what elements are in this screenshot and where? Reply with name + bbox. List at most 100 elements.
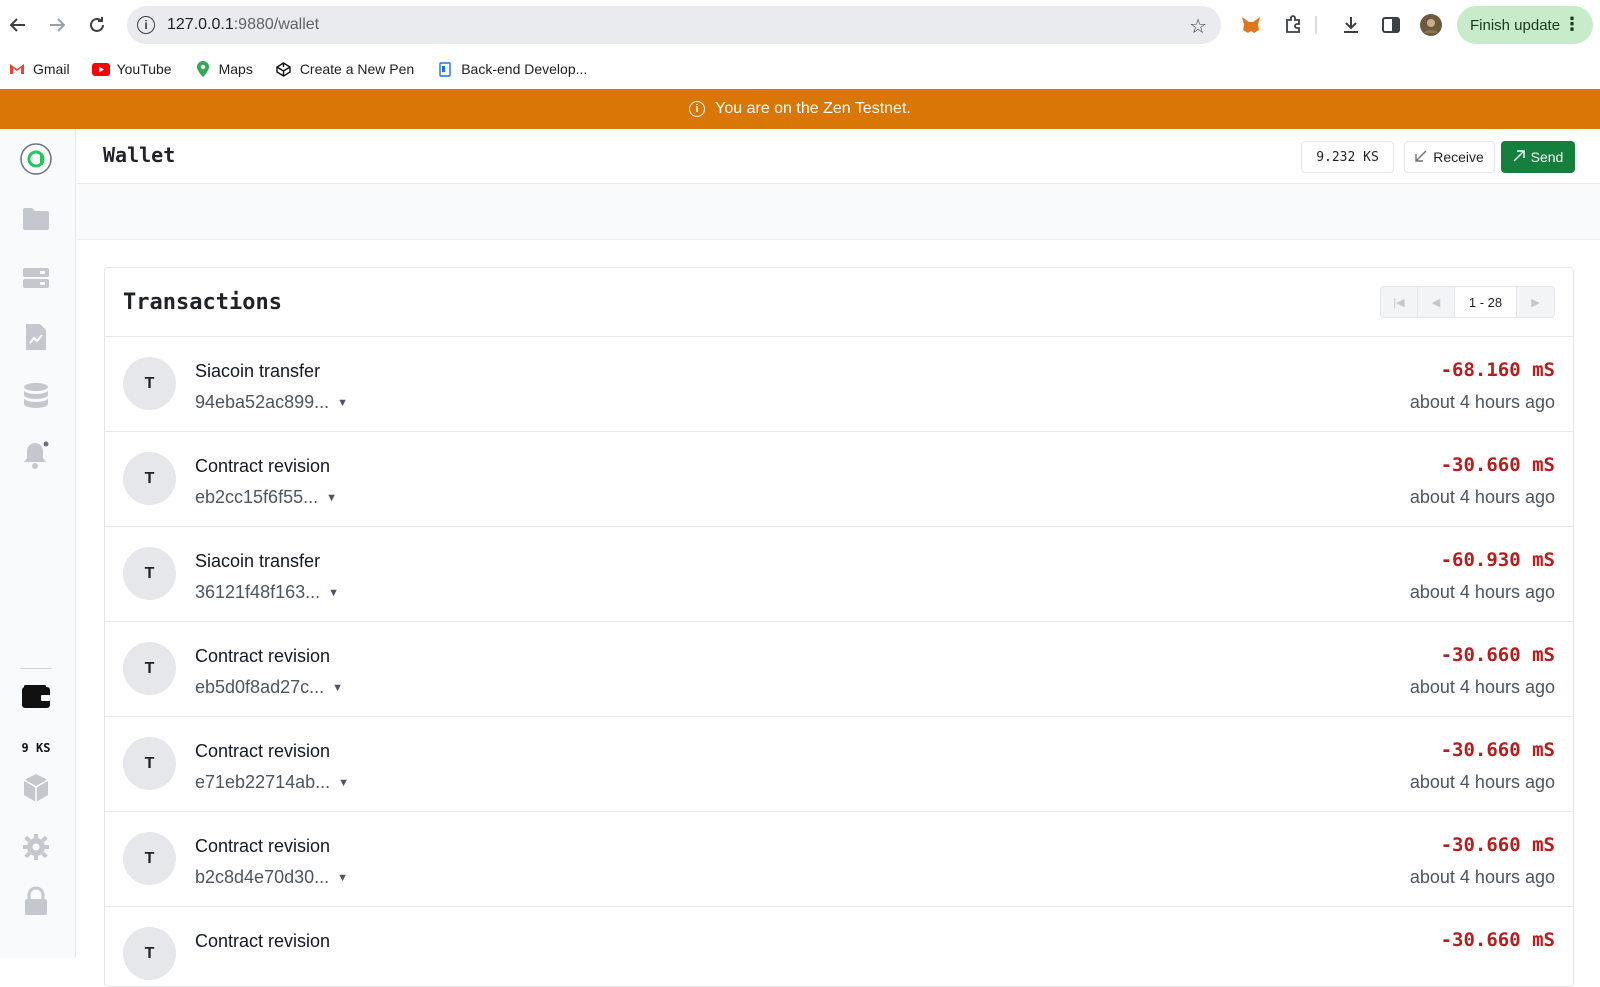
transactions-title: Transactions [123,290,282,315]
transaction-type: Contract revision [195,646,331,666]
youtube-icon [91,62,110,76]
site-info-icon[interactable]: i [137,16,155,34]
transaction-type: Siacoin transfer [195,551,321,571]
caret-down-icon[interactable]: ▼ [326,492,337,504]
first-page-icon[interactable]: |◀ [1381,287,1418,317]
bookmarks-bar: Gmail YouTube Maps Create a New Pen Back… [0,52,1600,86]
transaction-amount: -68.160 mS [1440,359,1555,381]
transaction-avatar: T [123,832,176,885]
transactions-panel: Transactions |◀ ◀ 1 - 28 ▶ T Siacoin tra… [104,267,1574,987]
sidebar-divider [20,668,52,669]
extensions-puzzle-icon[interactable] [1280,12,1306,38]
transaction-avatar: T [123,927,176,980]
profile-avatar[interactable] [1418,12,1444,38]
transaction-avatar: T [123,452,176,505]
transaction-avatar: T [123,642,176,695]
transaction-type: Siacoin transfer [195,361,321,381]
transaction-row[interactable]: T Contract revision -30.660 mS [105,907,1573,986]
send-button[interactable]: Send [1501,141,1575,173]
transaction-row[interactable]: T Contract revision eb2cc15f6f55... ▼ -30… [105,432,1573,527]
metamask-fox-icon[interactable] [1238,12,1264,38]
bookmark-codepen[interactable]: Create a New Pen [275,61,414,77]
pagination: |◀ ◀ 1 - 28 ▶ [1380,286,1555,318]
transaction-avatar: T [123,737,176,790]
transaction-row[interactable]: T Siacoin transfer 94eba52ac899... ▼ -68.… [105,337,1573,432]
transaction-time: about 4 hours ago [1409,582,1555,602]
transaction-amount: -60.930 mS [1440,549,1555,571]
settings-gear-icon[interactable] [20,831,52,863]
next-page-icon[interactable]: ▶ [1517,287,1554,317]
transaction-amount: -30.660 mS [1440,929,1555,951]
browser-toolbar: i 127.0.0.1:9880/wallet ☆ Finish update … [0,0,1600,50]
cube-icon[interactable] [20,772,52,804]
reload-icon[interactable] [83,11,111,39]
transaction-row[interactable]: T Contract revision eb5d0f8ad27c... ▼ -30… [105,622,1573,717]
gmail-icon [8,62,26,76]
transaction-id[interactable]: b2c8d4e70d30... ▼ [195,867,348,888]
arrow-down-left-icon [1415,150,1427,165]
back-arrow-icon[interactable] [4,11,32,39]
kebab-menu-icon[interactable]: ⋮ [1563,14,1581,35]
transaction-row[interactable]: T Contract revision e71eb22714ab... ▼ -30… [105,717,1573,812]
wallet-icon[interactable] [20,681,52,713]
transaction-time: about 4 hours ago [1409,677,1555,697]
toolbar-divider [1315,16,1317,34]
transaction-time: about 4 hours ago [1409,487,1555,507]
database-icon[interactable] [20,380,52,412]
transaction-row[interactable]: T Contract revision b2c8d4e70d30... ▼ -30… [105,812,1573,907]
codepen-icon [275,61,293,77]
sidebar-wallet-balance: 9 KS [21,741,51,755]
transaction-type: Contract revision [195,931,331,951]
lock-icon[interactable] [20,885,52,917]
transaction-avatar: T [123,547,176,600]
caret-down-icon[interactable]: ▼ [332,682,343,694]
page-title: Wallet [103,143,176,167]
transaction-type: Contract revision [195,456,331,476]
finish-update-button[interactable]: Finish update ⋮ [1457,6,1593,44]
transaction-amount: -30.660 mS [1440,644,1555,666]
notifications-bell-icon[interactable] [20,439,52,471]
transaction-amount: -30.660 mS [1440,739,1555,761]
sub-toolbar [77,184,1600,240]
bookmark-gmail[interactable]: Gmail [8,61,70,77]
caret-down-icon[interactable]: ▼ [338,777,349,789]
transaction-time: about 4 hours ago [1409,392,1555,412]
transaction-type: Contract revision [195,836,331,856]
download-icon[interactable] [1338,12,1364,38]
transaction-time: about 4 hours ago [1409,772,1555,792]
wallet-balance-badge: 9.232 KS [1301,141,1394,173]
transaction-amount: -30.660 mS [1440,834,1555,856]
address-bar[interactable]: i 127.0.0.1:9880/wallet ☆ [127,6,1221,44]
sidebar-nav: 9 KS [0,129,76,958]
contracts-document-icon[interactable] [20,321,52,353]
transactions-header: Transactions |◀ ◀ 1 - 28 ▶ [105,268,1573,337]
forward-arrow-icon[interactable] [43,11,71,39]
caret-down-icon[interactable]: ▼ [337,397,348,409]
transaction-id[interactable]: eb2cc15f6f55... ▼ [195,487,337,508]
transaction-amount: -30.660 mS [1440,454,1555,476]
page-range: 1 - 28 [1455,287,1517,317]
transaction-id[interactable]: 94eba52ac899... ▼ [195,392,348,413]
caret-down-icon[interactable]: ▼ [328,587,339,599]
transaction-id[interactable]: 36121f48f163... ▼ [195,582,339,603]
page-header: Wallet 9.232 KS Receive Send [77,129,1600,184]
hosts-server-icon[interactable] [20,262,52,294]
bookmark-backend[interactable]: Back-end Develop... [436,61,587,77]
testnet-banner: i You are on the Zen Testnet. [0,89,1600,129]
transaction-row[interactable]: T Siacoin transfer 36121f48f163... ▼ -60.… [105,527,1573,622]
receive-button[interactable]: Receive [1404,141,1495,173]
arrow-up-right-icon [1513,149,1525,165]
side-panel-icon[interactable] [1378,12,1404,38]
info-circle-icon: i [689,101,706,117]
bookmark-star-icon[interactable]: ☆ [1189,14,1207,39]
files-folder-icon[interactable] [20,203,52,235]
maps-pin-icon [194,61,212,77]
transaction-id[interactable]: eb5d0f8ad27c... ▼ [195,677,343,698]
app-logo-icon[interactable] [20,143,52,175]
caret-down-icon[interactable]: ▼ [337,872,348,884]
transaction-id[interactable]: e71eb22714ab... ▼ [195,772,349,793]
bookmark-youtube[interactable]: YouTube [91,61,172,77]
prev-page-icon[interactable]: ◀ [1418,287,1455,317]
transaction-avatar: T [123,357,176,410]
bookmark-maps[interactable]: Maps [194,61,253,77]
